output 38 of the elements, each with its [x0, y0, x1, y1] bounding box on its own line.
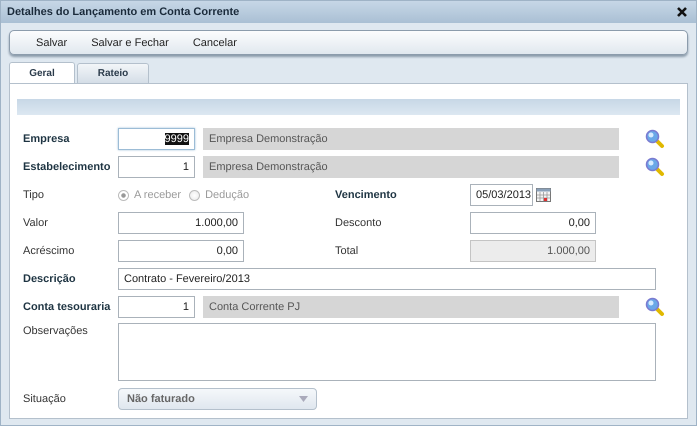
dropdown-caret-icon — [299, 396, 308, 402]
toolbar-button[interactable]: Salvar e Fechar — [79, 36, 181, 48]
toolbar-button[interactable]: Cancelar — [180, 36, 249, 48]
search-icon[interactable] — [645, 157, 665, 177]
search-icon[interactable] — [645, 129, 665, 149]
field-label: Total — [335, 245, 358, 257]
field-label: Tipo — [23, 189, 44, 201]
close-icon[interactable] — [676, 6, 688, 18]
field-label: Descrição — [23, 273, 76, 285]
number-field[interactable]: 1.000,00 — [470, 240, 596, 262]
description-field: Conta Corrente PJ — [203, 296, 619, 318]
number-field[interactable]: 0,00 — [470, 212, 596, 234]
field-label: Acréscimo — [23, 245, 74, 257]
number-field[interactable]: 0,00 — [118, 240, 244, 262]
field-label: Vencimento — [335, 189, 397, 201]
search-icon[interactable] — [645, 297, 665, 317]
tab[interactable]: Rateio — [77, 63, 149, 83]
description-field: Empresa Demonstração — [203, 128, 619, 150]
window-title: Detalhes do Lançamento em Conta Corrente — [7, 6, 240, 18]
toolbar-button[interactable]: Salvar — [24, 36, 80, 48]
code-field[interactable]: 9999 — [118, 128, 195, 150]
tab[interactable]: Geral — [9, 62, 75, 83]
number-field[interactable]: 1.000,00 — [118, 212, 244, 234]
field-label: Situação — [23, 393, 66, 405]
text-field[interactable]: Contrato - Fevereiro/2013 — [118, 268, 656, 290]
field-label: Estabelecimento — [23, 161, 110, 173]
code-field[interactable]: 1 — [118, 156, 195, 178]
field-label: Valor — [23, 217, 48, 229]
calendar-icon[interactable] — [536, 188, 551, 202]
field-label: Conta tesouraria — [23, 301, 110, 313]
field-label: Observações — [23, 325, 88, 337]
field-label: Empresa — [23, 133, 70, 145]
text-area[interactable] — [118, 323, 656, 381]
date-field[interactable]: 05/03/2013 — [470, 184, 533, 206]
field-label: Desconto — [335, 217, 382, 229]
code-field[interactable]: 1 — [118, 296, 195, 318]
status-dropdown[interactable]: Não faturado — [118, 388, 317, 410]
description-field: Empresa Demonstração — [203, 156, 619, 178]
